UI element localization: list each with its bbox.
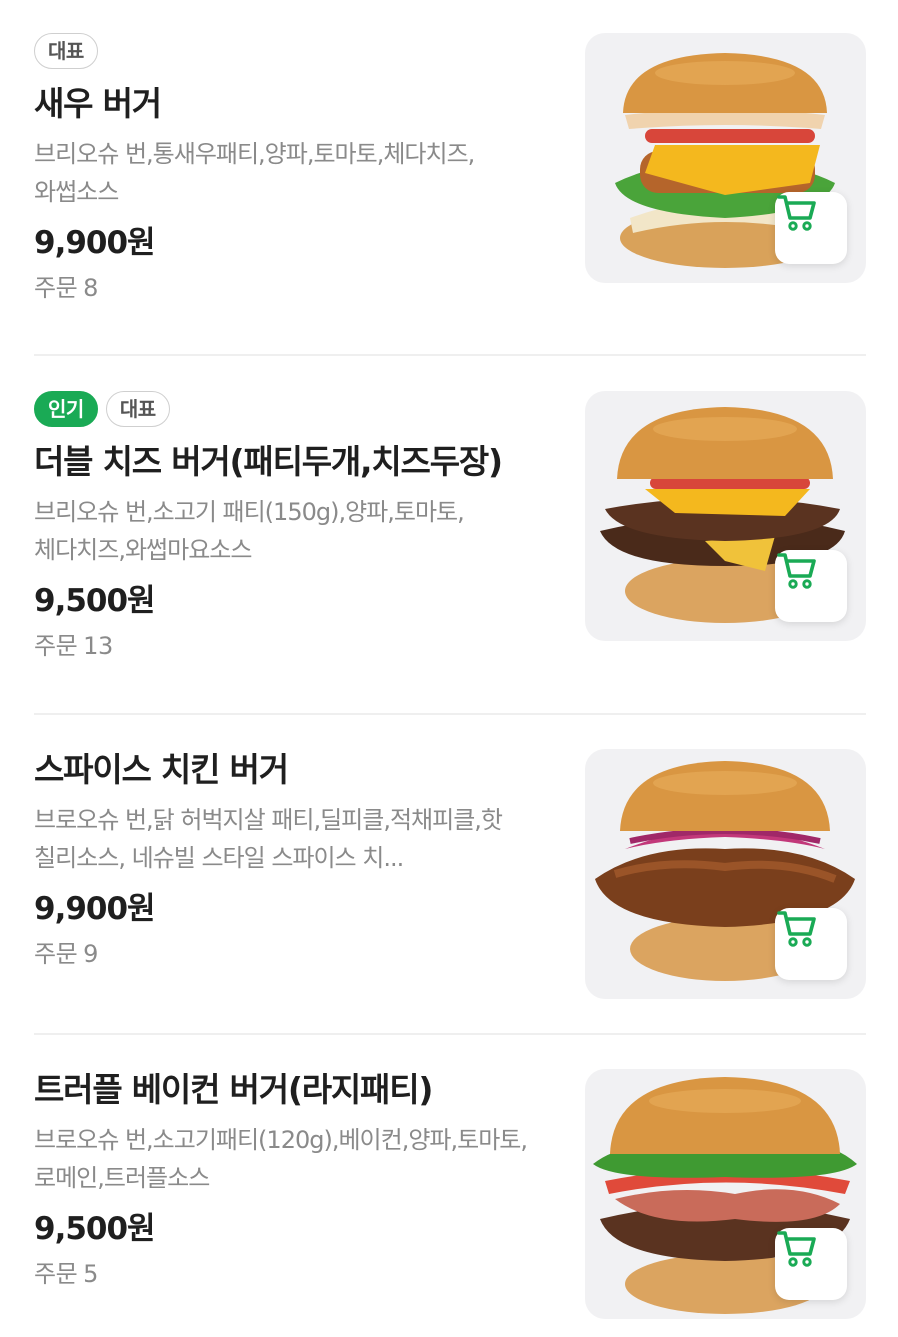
menu-item-price: 9,900원 [34,891,156,927]
badge-row: 인기 대표 [34,391,554,427]
order-label: 주문 [34,632,78,660]
menu-item-title: 새우 버거 [34,84,162,123]
badge-signature: 대표 [34,33,98,69]
cart-icon [777,553,816,589]
menu-item-info: 트러플 베이컨 버거(라지패티) 브로오슈 번,소고기패티(120g),베이컨,… [34,1069,554,1289]
double-cheese-burger-image[interactable] [585,391,866,641]
add-to-cart-button[interactable] [775,192,847,264]
order-label: 주문 [34,274,78,302]
add-to-cart-button[interactable] [775,1228,847,1300]
menu-item-title: 스파이스 치킨 버거 [34,750,289,789]
menu-item-order-count: 주문 9 [34,939,554,969]
menu-item-info: 스파이스 치킨 버거 브로오슈 번,닭 허벅지살 패티,딜피클,적채피클,핫 칠… [34,749,554,969]
menu-item-price: 9,500원 [34,1211,156,1247]
menu-item-title: 더블 치즈 버거(패티두개,치즈두장) [34,442,503,481]
menu-item-info: 대표 새우 버거 브리오슈 번,통새우패티,양파,토마토,체다치즈,와썹소스 9… [34,33,554,303]
truffle-bacon-burger-image[interactable] [585,1069,866,1319]
menu-item-description: 브리오슈 번,통새우패티,양파,토마토,체다치즈,와썹소스 [34,140,475,206]
order-count-value: 8 [83,274,98,302]
divider [34,713,866,715]
cart-icon [777,1231,816,1267]
add-to-cart-button[interactable] [775,908,847,980]
cart-icon [777,911,816,947]
menu-item-description: 브리오슈 번,소고기 패티(150g),양파,토마토,체다치즈,와썹마요소스 [34,498,465,564]
badge-row: 대표 [34,33,554,69]
order-label: 주문 [34,1260,78,1288]
add-to-cart-button[interactable] [775,550,847,622]
menu-item-order-count: 주문 8 [34,273,554,303]
menu-item-order-count: 주문 13 [34,631,554,661]
divider [34,354,866,356]
cart-icon [777,195,816,231]
menu-item-description: 브로오슈 번,소고기패티(120g),베이컨,양파,토마토,로메인,트러플소스 [34,1126,528,1192]
order-count-value: 9 [83,940,98,968]
menu-item-info: 인기 대표 더블 치즈 버거(패티두개,치즈두장) 브리오슈 번,소고기 패티(… [34,391,554,661]
divider [34,1033,866,1035]
badge-popular: 인기 [34,391,98,427]
menu-item-price: 9,500원 [34,583,156,619]
menu-item-description: 브로오슈 번,닭 허벅지살 패티,딜피클,적채피클,핫 칠리소스, 네슈빌 스타… [34,806,503,872]
menu-item-title: 트러플 베이컨 버거(라지패티) [34,1070,433,1109]
spicy-chicken-burger-image[interactable] [585,749,866,999]
badge-signature: 대표 [105,391,170,427]
order-label: 주문 [34,940,78,968]
shrimp-burger-image[interactable] [585,33,866,283]
menu-item-order-count: 주문 5 [34,1259,554,1289]
order-count-value: 13 [83,632,113,660]
menu-item-price: 9,900원 [34,225,156,261]
order-count-value: 5 [83,1260,98,1288]
